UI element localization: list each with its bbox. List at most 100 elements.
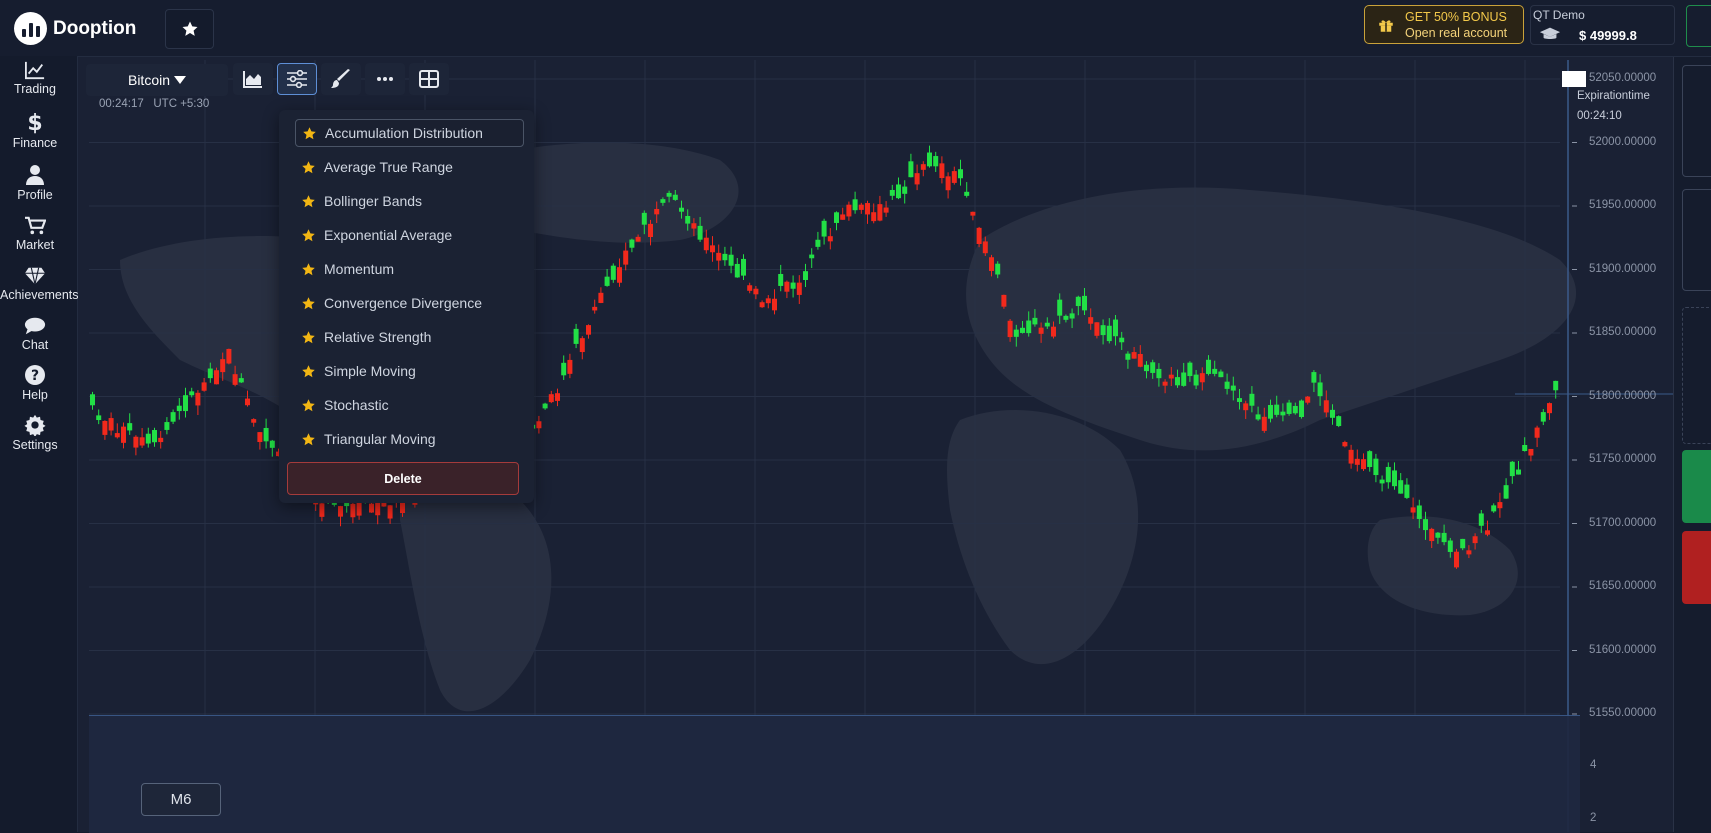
candle [561, 362, 567, 376]
sidebar-item-market[interactable]: Market [0, 216, 70, 252]
asset-select[interactable]: Bitcoin [86, 64, 228, 96]
candle [883, 207, 889, 213]
candle [1044, 322, 1050, 327]
deposit-button[interactable] [1686, 5, 1711, 47]
price-label: 51550.00000 [1589, 707, 1657, 719]
indicator-item[interactable]: Accumulation Distribution [295, 119, 524, 147]
candle [815, 239, 821, 247]
sidebar-item-achievements[interactable]: Achievements [0, 266, 79, 302]
clock-timezone: UTC +5:30 [153, 98, 210, 110]
candle [1125, 353, 1131, 360]
candle [840, 214, 846, 220]
lower-button[interactable] [1682, 531, 1711, 604]
candle [96, 415, 102, 421]
candle [1503, 485, 1509, 499]
bonus-button[interactable]: GET 50% BONUS Open real account [1364, 5, 1524, 44]
star-icon [302, 398, 315, 411]
candle [195, 392, 201, 406]
candle [1274, 404, 1280, 415]
payout-box [1682, 307, 1711, 444]
indicator-item[interactable]: Triangular Moving [295, 425, 524, 453]
trade-time-box[interactable] [1682, 189, 1711, 291]
indicator-item[interactable]: Relative Strength [295, 323, 524, 351]
candle [158, 437, 164, 443]
higher-button[interactable] [1682, 450, 1711, 523]
candle [821, 220, 827, 237]
indicator-item[interactable]: Bollinger Bands [295, 187, 524, 215]
candle [697, 225, 703, 240]
chart-type-button[interactable] [233, 63, 273, 95]
delete-indicators-button[interactable]: Delete [287, 462, 519, 495]
candle [1280, 411, 1286, 416]
gear-icon [24, 414, 46, 436]
indicator-item[interactable]: Average True Range [295, 153, 524, 181]
candle [604, 276, 610, 286]
candle [1435, 532, 1441, 538]
candle [1193, 374, 1199, 386]
bonus-text: GET 50% BONUS Open real account [1405, 9, 1507, 41]
candle [945, 176, 951, 191]
indicator-item[interactable]: Exponential Average [295, 221, 524, 249]
candle [747, 285, 753, 291]
candle [1156, 368, 1162, 379]
sidebar-item-finance[interactable]: $ Finance [0, 110, 70, 150]
candle [741, 258, 746, 276]
price-label: 51750.00000 [1589, 453, 1657, 465]
star-icon [302, 330, 315, 343]
account-selector[interactable]: QT Demo $ 49999.8 [1530, 5, 1675, 45]
candle [1454, 551, 1459, 568]
sidebar-item-trading[interactable]: Trading [0, 60, 70, 96]
candle [1187, 362, 1193, 377]
candle [1181, 372, 1187, 386]
candle [1547, 403, 1552, 414]
candle [896, 184, 901, 199]
layout-grid-button[interactable] [409, 63, 449, 95]
candle [765, 298, 771, 304]
sidebar-item-label: Profile [17, 188, 53, 202]
favorites-button[interactable] [165, 9, 214, 49]
candle [1528, 448, 1534, 456]
candle [648, 223, 653, 238]
svg-text:$: $ [27, 111, 42, 134]
sidebar: Trading $ Finance Profile Market Achieve… [0, 56, 79, 832]
candle [1001, 294, 1007, 307]
candle [1020, 327, 1025, 333]
candle [220, 359, 226, 373]
candle [152, 430, 157, 443]
candle [1404, 484, 1410, 498]
indicator-item[interactable]: Convergence Divergence [295, 289, 524, 317]
indicators-button[interactable] [277, 63, 317, 95]
candle [176, 405, 182, 412]
sidebar-item-help[interactable]: ? Help [0, 364, 70, 402]
candle [889, 189, 895, 196]
price-label: 51700.00000 [1589, 516, 1657, 529]
trade-amount-box[interactable] [1682, 65, 1711, 177]
star-icon [303, 126, 316, 139]
star-icon [302, 228, 315, 241]
sidebar-item-chat[interactable]: Chat [0, 316, 70, 352]
price-label: 52000.00000 [1589, 135, 1657, 148]
candle [263, 427, 269, 442]
price-label: 51900.00000 [1589, 262, 1657, 275]
brand[interactable]: Dooption [14, 12, 136, 45]
candle [1075, 296, 1081, 307]
candle [226, 348, 232, 364]
timeframe-button[interactable]: M6 [141, 783, 221, 816]
price-label: 51950.00000 [1589, 199, 1657, 211]
svg-text:?: ? [31, 368, 39, 384]
sidebar-item-settings[interactable]: Settings [0, 414, 70, 452]
diamond-icon [24, 267, 46, 285]
chat-bubble-icon [24, 317, 46, 335]
drawing-tools-button[interactable] [321, 63, 361, 95]
indicator-item[interactable]: Stochastic [295, 391, 524, 419]
indicator-item[interactable]: Simple Moving [295, 357, 524, 385]
brand-name: Dooption [53, 17, 137, 39]
more-options-button[interactable] [365, 63, 405, 95]
sidebar-item-profile[interactable]: Profile [0, 164, 70, 202]
account-balance: $ 49999.8 [1579, 28, 1637, 43]
indicator-item[interactable]: Momentum [295, 255, 524, 283]
candle [1509, 461, 1515, 477]
candle [369, 503, 374, 513]
candle [1299, 400, 1304, 417]
candle [629, 239, 635, 248]
